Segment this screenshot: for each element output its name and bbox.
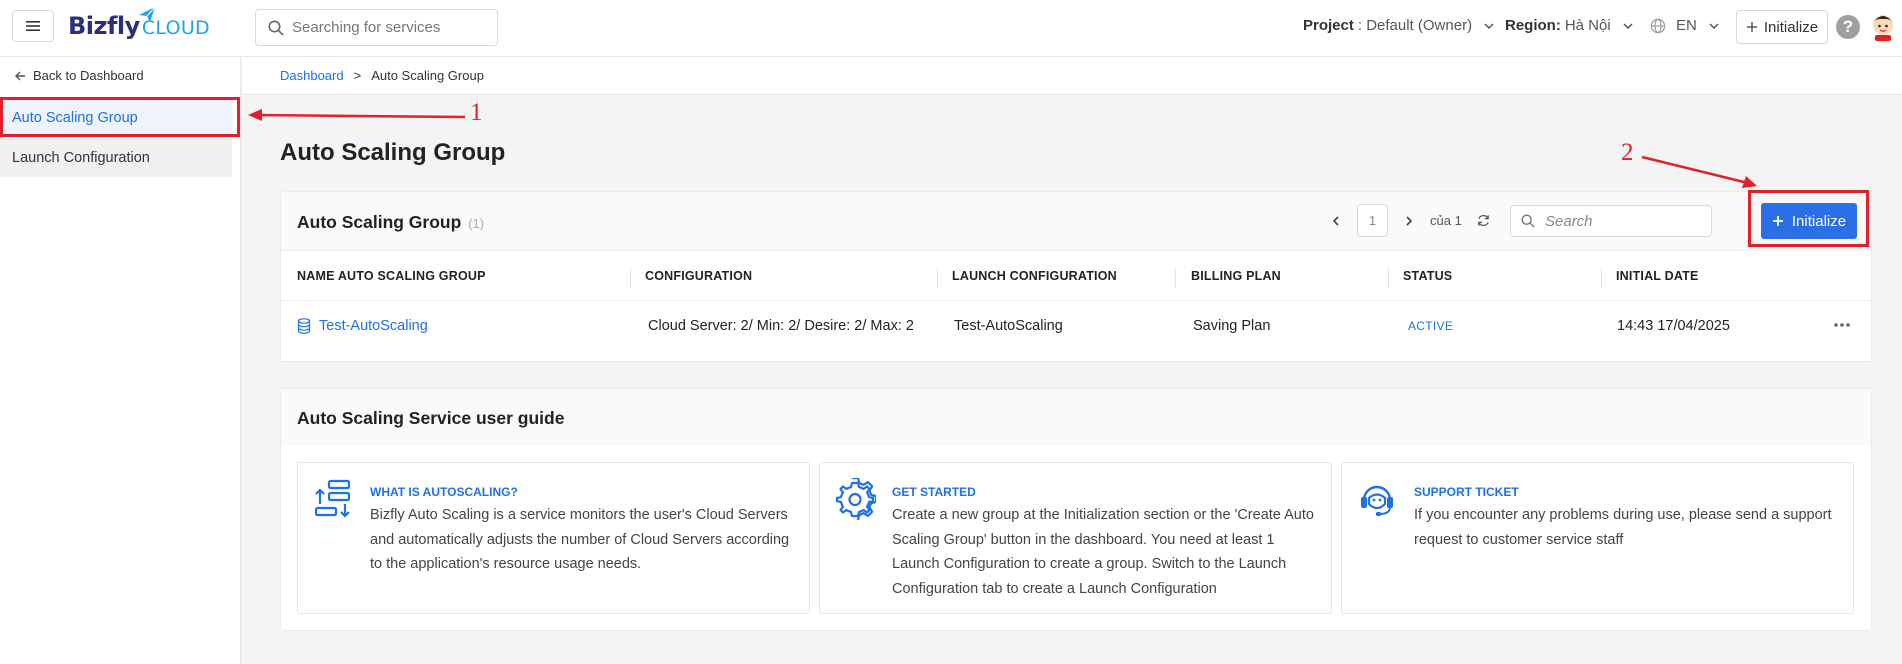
chevron-right-icon[interactable] (1402, 214, 1416, 228)
sidebar-item-launch-configuration[interactable]: Launch Configuration (0, 139, 232, 177)
project-label: Project (1303, 17, 1354, 34)
status-badge: ACTIVE (1408, 319, 1454, 333)
guide-card-get-started: GET STARTED Create a new group at the In… (819, 462, 1332, 614)
guide-card-text: Bizfly Auto Scaling is a service monitor… (370, 507, 790, 572)
breadcrumb-dashboard-link[interactable]: Dashboard (280, 68, 344, 83)
back-to-dashboard-link[interactable]: Back to Dashboard (14, 68, 144, 83)
group-name: Test-AutoScaling (319, 318, 428, 334)
column-divider (1175, 268, 1176, 288)
back-label: Back to Dashboard (33, 68, 144, 83)
plus-icon (1746, 22, 1757, 32)
column-header[interactable]: BILLING PLAN (1191, 251, 1281, 301)
avatar[interactable] (1870, 13, 1896, 41)
annotation-highlight-box-2 (1748, 190, 1869, 247)
user-guide-section: Auto Scaling Service user guide WHAT IS … (280, 388, 1872, 631)
project-value: : Default (Owner) (1357, 17, 1473, 34)
breadcrumb: Dashboard > Auto Scaling Group (242, 57, 1902, 95)
guide-card-text: Create a new group at the Initialization… (892, 507, 1314, 597)
table-header: NAME AUTO SCALING GROUP CONFIGURATION LA… (281, 251, 1871, 301)
column-header[interactable]: STATUS (1403, 251, 1452, 301)
globe-icon (1650, 18, 1666, 33)
group-count: (1) (468, 216, 485, 231)
language-selector[interactable]: EN (1650, 17, 1721, 34)
service-search-input[interactable]: Searching for services (255, 9, 498, 46)
breadcrumb-current: Auto Scaling Group (371, 68, 484, 83)
logo-main: Bizfly (68, 12, 140, 40)
database-icon (297, 318, 311, 334)
paper-plane-icon (139, 6, 156, 22)
search-icon (268, 20, 284, 36)
more-options-icon[interactable] (1832, 315, 1852, 335)
page-title: Auto Scaling Group (280, 139, 506, 166)
column-divider (1601, 268, 1602, 288)
sidebar-item-label: Launch Configuration (12, 150, 150, 166)
chevron-down-icon (1709, 22, 1719, 29)
guide-card-title: WHAT IS AUTOSCALING? (370, 485, 518, 499)
pagination: 1 của 1 (1329, 204, 1491, 237)
card-header: Auto Scaling Group (1) 1 của 1 Search In… (281, 192, 1871, 251)
page-number-input[interactable]: 1 (1357, 204, 1388, 237)
launch-configuration-cell: Test-AutoScaling (954, 318, 1063, 334)
chevron-down-icon (1623, 22, 1633, 29)
chevron-left-icon[interactable] (1329, 214, 1343, 228)
search-placeholder: Searching for services (292, 19, 441, 36)
guide-card-title: SUPPORT TICKET (1414, 485, 1519, 499)
top-initialize-button[interactable]: Initialize (1736, 10, 1828, 44)
column-divider (630, 268, 631, 288)
group-name-link[interactable]: Test-AutoScaling (297, 301, 428, 351)
menu-toggle-button[interactable] (12, 10, 54, 42)
annotation-highlight-box-1 (0, 97, 240, 137)
page-total: của 1 (1430, 213, 1462, 228)
autoscaling-icon (314, 479, 351, 518)
chevron-down-icon (1484, 22, 1494, 29)
region-selector[interactable]: Region: Hà Nội (1505, 17, 1635, 34)
guide-card-what-is: WHAT IS AUTOSCALING? Bizfly Auto Scaling… (297, 462, 810, 614)
breadcrumb-separator: > (353, 68, 362, 83)
project-selector[interactable]: Project : Default (Owner) (1303, 17, 1496, 34)
group-search-input[interactable]: Search (1510, 205, 1712, 237)
annotation-label-2: 2 (1621, 139, 1634, 166)
guide-card-support-ticket: SUPPORT TICKET If you encounter any prob… (1341, 462, 1854, 614)
hamburger-icon (26, 21, 40, 31)
arrow-left-icon (15, 71, 25, 80)
top-bar: Bizfly CLOUD Searching for services Proj… (0, 0, 1902, 57)
column-divider (1388, 268, 1389, 288)
top-initialize-label: Initialize (1763, 18, 1819, 36)
column-divider (937, 268, 938, 288)
logo[interactable]: Bizfly CLOUD (68, 6, 210, 42)
search-placeholder: Search (1545, 212, 1593, 230)
guide-card-text: If you encounter any problems during use… (1414, 507, 1832, 548)
card-title: Auto Scaling Group (1) (297, 212, 484, 233)
search-icon (1521, 214, 1535, 228)
language-value: EN (1676, 17, 1697, 34)
guide-title: Auto Scaling Service user guide (297, 408, 565, 428)
auto-scaling-group-card: Auto Scaling Group (1) 1 của 1 Search In… (280, 191, 1872, 362)
refresh-icon[interactable] (1476, 213, 1491, 228)
table-row[interactable]: Test-AutoScaling Cloud Server: 2/ Min: 2… (281, 301, 1871, 353)
guide-card-title: GET STARTED (892, 485, 976, 499)
column-header[interactable]: CONFIGURATION (645, 251, 752, 301)
region-value: Hà Nội (1564, 17, 1611, 34)
region-label: Region: (1505, 17, 1561, 34)
help-icon[interactable]: ? (1836, 15, 1860, 39)
column-header[interactable]: INITIAL DATE (1616, 251, 1699, 301)
guide-header: Auto Scaling Service user guide (281, 389, 1871, 446)
initial-date-cell: 14:43 17/04/2025 (1617, 318, 1730, 334)
column-header[interactable]: LAUNCH CONFIGURATION (952, 251, 1117, 301)
card-title-text: Auto Scaling Group (297, 212, 462, 232)
support-agent-icon (1361, 485, 1393, 516)
sidebar: Back to Dashboard Auto Scaling Group Lau… (0, 57, 241, 664)
gear-icon (835, 478, 876, 520)
column-header[interactable]: NAME AUTO SCALING GROUP (297, 251, 486, 301)
configuration-cell: Cloud Server: 2/ Min: 2/ Desire: 2/ Max:… (648, 318, 914, 334)
annotation-label-1: 1 (470, 99, 483, 126)
billing-plan-cell: Saving Plan (1193, 318, 1271, 334)
